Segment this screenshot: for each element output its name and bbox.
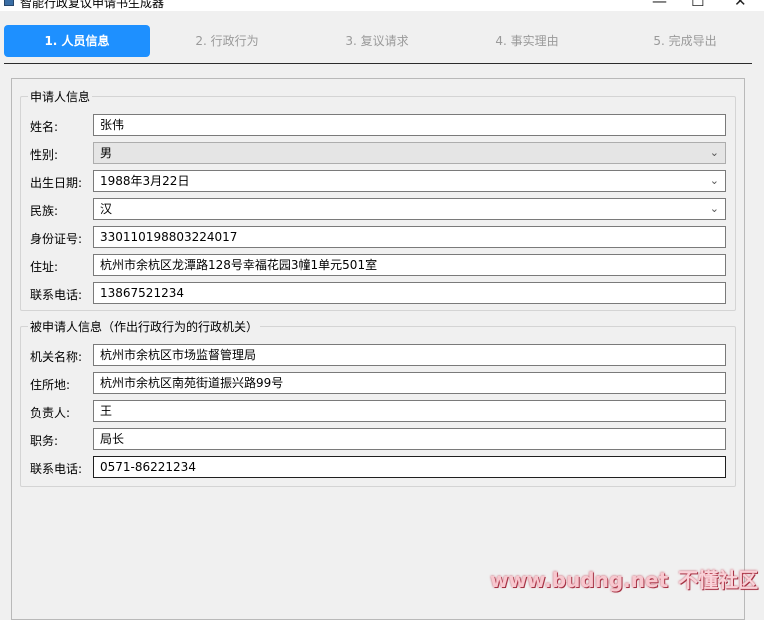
close-icon[interactable]: ✕ xyxy=(734,0,747,10)
minimize-icon[interactable]: — xyxy=(652,0,667,10)
org-location-label: 住所地: xyxy=(30,378,71,392)
gender-select[interactable]: 男 ⌄ xyxy=(93,142,726,164)
step-admin-action[interactable]: 2. 行政行为 xyxy=(154,25,300,57)
step-personal-info[interactable]: 1. 人员信息 xyxy=(4,25,150,57)
ethnicity-value: 汉 xyxy=(100,202,113,216)
head-label: 负责人: xyxy=(30,406,71,420)
step-review-request[interactable]: 3. 复议请求 xyxy=(304,25,450,57)
applicant-phone-field[interactable]: 13867521234 xyxy=(93,282,726,304)
app-icon xyxy=(4,0,14,6)
chevron-down-icon[interactable]: ⌄ xyxy=(710,171,719,191)
applicant-phone-label: 联系电话: xyxy=(30,288,83,302)
name-field[interactable]: 张伟 xyxy=(93,114,726,136)
position-label: 职务: xyxy=(30,434,59,448)
id-number-label: 身份证号: xyxy=(30,232,83,246)
ethnicity-select[interactable]: 汉 ⌄ xyxy=(93,198,726,220)
watermark: www.budng.net 不懂社区 xyxy=(490,564,758,593)
org-name-field[interactable]: 杭州市余杭区市场监督管理局 xyxy=(93,344,726,366)
gender-value: 男 xyxy=(100,146,113,160)
title-bar: 智能行政复议申请书生成器 — ☐ ✕ xyxy=(0,0,764,11)
watermark-url: www.budng.net xyxy=(490,568,669,592)
step-divider xyxy=(4,63,752,64)
name-label: 姓名: xyxy=(30,120,59,134)
respondent-group-title: 被申请人信息（作出行政行为的行政机关） xyxy=(28,318,261,335)
org-name-label: 机关名称: xyxy=(30,350,83,364)
maximize-icon[interactable]: ☐ xyxy=(691,0,704,10)
watermark-cn: 不懂社区 xyxy=(678,568,759,592)
window-title: 智能行政复议申请书生成器 xyxy=(20,0,165,10)
address-label: 住址: xyxy=(30,260,59,274)
address-field[interactable]: 杭州市余杭区龙潭路128号幸福花园3幢1单元501室 xyxy=(93,254,726,276)
step-finish-export[interactable]: 5. 完成导出 xyxy=(612,25,758,57)
birth-date-value: 1988年3月22日 xyxy=(100,174,190,188)
respondent-phone-label: 联系电话: xyxy=(30,462,83,476)
chevron-down-icon[interactable]: ⌄ xyxy=(710,143,719,163)
chevron-down-icon[interactable]: ⌄ xyxy=(710,199,719,219)
gender-label: 性别: xyxy=(30,148,59,162)
step-navigation: 1. 人员信息 2. 行政行为 3. 复议请求 4. 事实理由 5. 完成导出 xyxy=(0,24,764,58)
id-number-field[interactable]: 330110198803224017 xyxy=(93,226,726,248)
ethnicity-label: 民族: xyxy=(30,204,59,218)
respondent-phone-field[interactable]: 0571-86221234 xyxy=(93,456,726,478)
step-facts-reasons[interactable]: 4. 事实理由 xyxy=(454,25,600,57)
position-field[interactable]: 局长 xyxy=(93,428,726,450)
applicant-group-title: 申请人信息 xyxy=(28,88,93,105)
birth-date-select[interactable]: 1988年3月22日 ⌄ xyxy=(93,170,726,192)
org-location-field[interactable]: 杭州市余杭区南苑街道振兴路99号 xyxy=(93,372,726,394)
head-field[interactable]: 王 xyxy=(93,400,726,422)
birth-label: 出生日期: xyxy=(30,176,83,190)
